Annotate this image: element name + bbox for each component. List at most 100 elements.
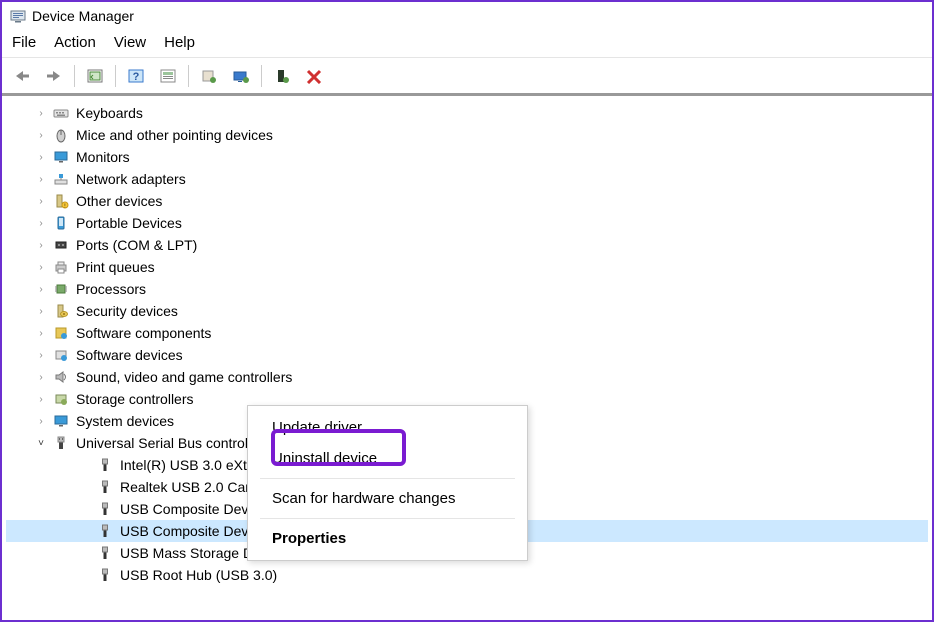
context-properties[interactable]: Properties bbox=[248, 523, 527, 554]
usb-icon bbox=[52, 435, 70, 451]
tree-category-label: Network adapters bbox=[76, 171, 186, 187]
menu-view[interactable]: View bbox=[114, 34, 146, 51]
tree-device-label: Realtek USB 2.0 Card bbox=[120, 479, 258, 495]
toolbar-separator bbox=[188, 65, 189, 87]
usb-device-icon bbox=[96, 457, 114, 473]
forward-button[interactable] bbox=[40, 63, 68, 89]
expand-chevron-icon[interactable]: › bbox=[36, 350, 46, 361]
system-icon bbox=[52, 413, 70, 429]
expand-chevron-icon[interactable]: › bbox=[36, 218, 46, 229]
tree-category[interactable]: › Mice and other pointing devices bbox=[6, 124, 928, 146]
tree-category-label: Keyboards bbox=[76, 105, 143, 121]
storage-icon bbox=[52, 391, 70, 407]
cpu-icon bbox=[52, 281, 70, 297]
tree-category[interactable]: ›Software devices bbox=[6, 344, 928, 366]
tree-device-label: USB Composite Device bbox=[120, 523, 266, 539]
tree-device-label: Intel(R) USB 3.0 eXten bbox=[120, 457, 262, 473]
tree-category-label: Other devices bbox=[76, 193, 162, 209]
context-uninstall-device[interactable]: Uninstall device bbox=[248, 443, 527, 474]
tree-category-label: System devices bbox=[76, 413, 174, 429]
toolbar-separator bbox=[261, 65, 262, 87]
tree-category[interactable]: › Print queues bbox=[6, 256, 928, 278]
tree-category-label: Monitors bbox=[76, 149, 130, 165]
menu-help[interactable]: Help bbox=[164, 34, 195, 51]
titlebar: Device Manager bbox=[2, 2, 932, 30]
tree-category[interactable]: › Processors bbox=[6, 278, 928, 300]
context-menu: Update driver Uninstall device Scan for … bbox=[247, 405, 528, 561]
show-hide-console-button[interactable] bbox=[81, 63, 109, 89]
context-update-driver[interactable]: Update driver bbox=[248, 412, 527, 443]
help-button[interactable]: ? bbox=[122, 63, 150, 89]
tree-category[interactable]: › Security devices bbox=[6, 300, 928, 322]
expand-chevron-icon[interactable]: › bbox=[36, 328, 46, 339]
ports-icon bbox=[52, 237, 70, 253]
tree-category[interactable]: › Network adapters bbox=[6, 168, 928, 190]
tree-category-label: Mice and other pointing devices bbox=[76, 127, 273, 143]
context-separator bbox=[260, 518, 515, 519]
tree-category[interactable]: › Ports (COM & LPT) bbox=[6, 234, 928, 256]
uninstall-device-button[interactable] bbox=[300, 63, 328, 89]
device-manager-icon bbox=[10, 8, 26, 24]
expand-chevron-icon[interactable]: ˅ bbox=[36, 438, 46, 449]
back-button[interactable] bbox=[8, 63, 36, 89]
tree-category[interactable]: › Monitors bbox=[6, 146, 928, 168]
tree-category-label: Portable Devices bbox=[76, 215, 182, 231]
usb-device-icon bbox=[96, 501, 114, 517]
swcomp-icon bbox=[52, 325, 70, 341]
context-scan-hardware[interactable]: Scan for hardware changes bbox=[248, 483, 527, 514]
expand-chevron-icon[interactable]: › bbox=[36, 394, 46, 405]
other-icon: ! bbox=[52, 193, 70, 209]
tree-category-label: Sound, video and game controllers bbox=[76, 369, 292, 385]
tree-category-label: Security devices bbox=[76, 303, 178, 319]
expand-chevron-icon[interactable]: › bbox=[36, 152, 46, 163]
portable-icon bbox=[52, 215, 70, 231]
context-separator bbox=[260, 478, 515, 479]
toolbar-separator bbox=[74, 65, 75, 87]
expand-chevron-icon[interactable]: › bbox=[36, 306, 46, 317]
expand-chevron-icon[interactable]: › bbox=[36, 416, 46, 427]
printer-icon bbox=[52, 259, 70, 275]
sound-icon bbox=[52, 369, 70, 385]
tree-device[interactable]: USB Root Hub (USB 3.0) bbox=[6, 564, 928, 586]
tree-category[interactable]: › Portable Devices bbox=[6, 212, 928, 234]
tree-category[interactable]: › Sound, video and game controllers bbox=[6, 366, 928, 388]
menubar: File Action View Help bbox=[2, 30, 932, 58]
expand-chevron-icon[interactable]: › bbox=[36, 130, 46, 141]
window-title: Device Manager bbox=[32, 8, 134, 24]
tree-category[interactable]: › Keyboards bbox=[6, 102, 928, 124]
security-icon bbox=[52, 303, 70, 319]
tree-device-label: USB Composite Devic bbox=[120, 501, 259, 517]
expand-chevron-icon[interactable]: › bbox=[36, 174, 46, 185]
expand-chevron-icon[interactable]: › bbox=[36, 240, 46, 251]
action-button[interactable] bbox=[154, 63, 182, 89]
enable-device-button[interactable] bbox=[268, 63, 296, 89]
usb-device-icon bbox=[96, 567, 114, 583]
tree-category-label: Universal Serial Bus controllers bbox=[76, 435, 271, 451]
svg-text:?: ? bbox=[133, 71, 140, 83]
expand-chevron-icon[interactable]: › bbox=[36, 372, 46, 383]
scan-hardware-button[interactable] bbox=[227, 63, 255, 89]
tree-category[interactable]: › Software components bbox=[6, 322, 928, 344]
tree-category-label: Software components bbox=[76, 325, 211, 341]
usb-device-icon bbox=[96, 545, 114, 561]
swdev-icon bbox=[52, 347, 70, 363]
toolbar-separator bbox=[115, 65, 116, 87]
tree-category[interactable]: ›! Other devices bbox=[6, 190, 928, 212]
tree-category-label: Ports (COM & LPT) bbox=[76, 237, 197, 253]
tree-category-label: Processors bbox=[76, 281, 146, 297]
update-driver-button[interactable] bbox=[195, 63, 223, 89]
menu-action[interactable]: Action bbox=[54, 34, 96, 51]
expand-chevron-icon[interactable]: › bbox=[36, 108, 46, 119]
network-icon bbox=[52, 171, 70, 187]
tree-category-label: Storage controllers bbox=[76, 391, 194, 407]
keyboard-icon bbox=[52, 105, 70, 121]
tree-category-label: Print queues bbox=[76, 259, 155, 275]
svg-text:!: ! bbox=[64, 204, 65, 210]
menu-file[interactable]: File bbox=[12, 34, 36, 51]
usb-device-icon bbox=[96, 479, 114, 495]
expand-chevron-icon[interactable]: › bbox=[36, 196, 46, 207]
usb-device-icon bbox=[96, 523, 114, 539]
expand-chevron-icon[interactable]: › bbox=[36, 284, 46, 295]
mouse-icon bbox=[52, 127, 70, 143]
expand-chevron-icon[interactable]: › bbox=[36, 262, 46, 273]
